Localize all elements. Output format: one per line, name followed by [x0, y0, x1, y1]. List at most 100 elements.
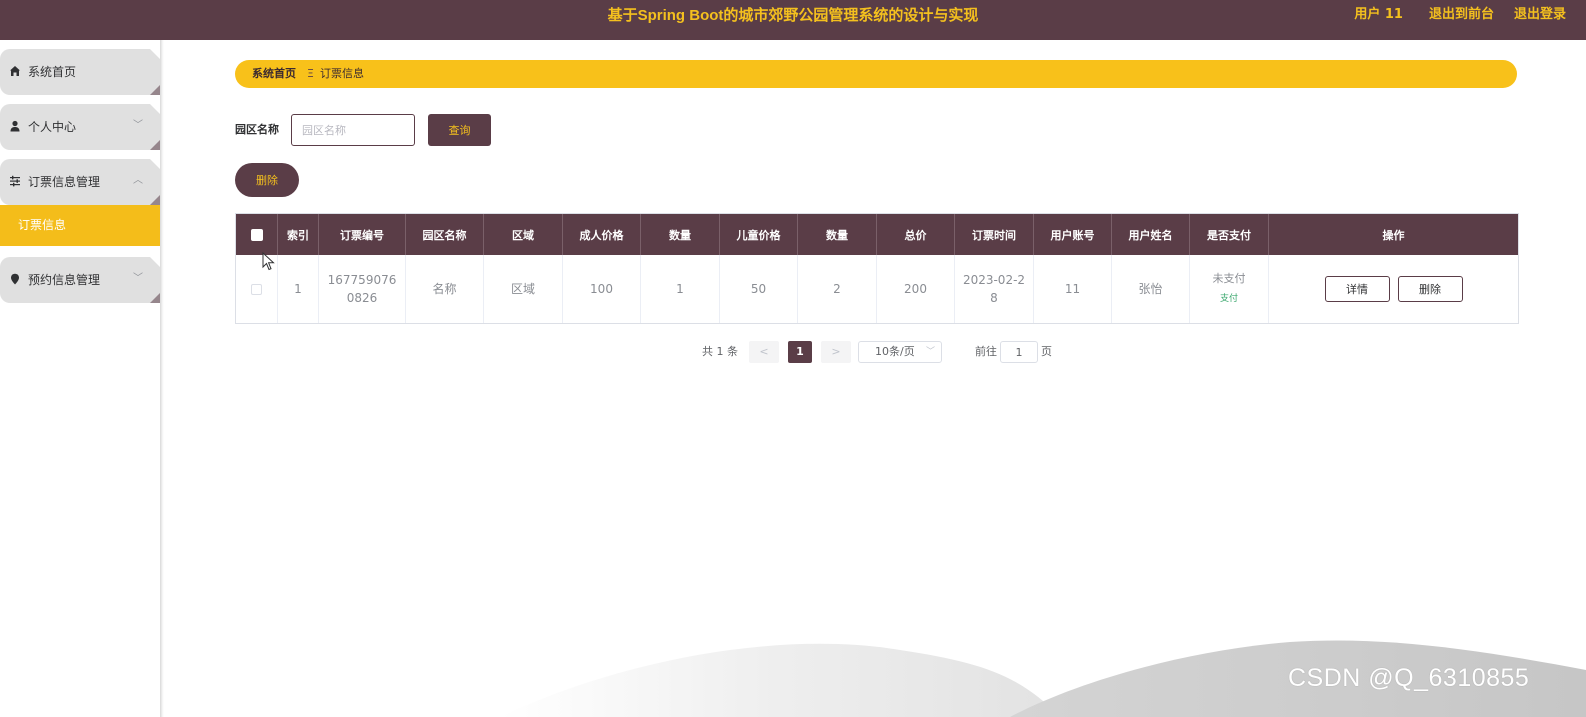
row-checkbox[interactable] — [251, 283, 262, 295]
park-name-search-input[interactable] — [291, 114, 415, 146]
sidebar-item-label: 预约信息管理 — [28, 273, 101, 287]
cell-adult-price: 100 — [563, 255, 641, 323]
row-delete-button[interactable]: 删除 — [1397, 276, 1463, 302]
column-header: 索引 — [278, 214, 319, 255]
page-size-value: 10条/页 — [875, 345, 915, 358]
menu-corner-decoration — [148, 257, 160, 303]
header-links: 用户 11 退出到前台 退出登录 — [1344, 0, 1576, 32]
chevron-up-icon: ︿ — [133, 175, 143, 186]
breadcrumb-separator-icon: Ξ — [307, 67, 314, 80]
top-header: 基于Spring Boot的城市郊野公园管理系统的设计与实现 用户 11 退出到… — [0, 0, 1586, 40]
location-icon — [8, 273, 22, 287]
mouse-cursor-icon — [262, 252, 275, 271]
cell-child-price: 50 — [720, 255, 798, 323]
pagination-total: 共 1 条 — [702, 345, 738, 358]
column-header: 用户姓名 — [1112, 214, 1190, 255]
chevron-down-icon: ﹀ — [133, 120, 143, 131]
breadcrumb: 系统首页 Ξ 订票信息 — [235, 60, 1517, 88]
cell-child-quantity: 2 — [798, 255, 877, 323]
sidebar-subitem-label: 订票信息 — [18, 218, 67, 232]
ticket-time-line1: 2023-02-2 — [962, 273, 1026, 287]
logout-link[interactable]: 退出登录 — [1504, 0, 1576, 32]
adult-price-text: 100 — [590, 282, 613, 296]
adult-quantity-text: 1 — [676, 282, 684, 296]
area-text: 区域 — [510, 282, 535, 296]
pay-link[interactable]: 支付 — [1220, 290, 1238, 308]
ticket-number-line1: 167759076 — [327, 273, 397, 287]
child-price-text: 50 — [750, 282, 767, 296]
cell-index-text: 1 — [294, 282, 302, 296]
csdn-watermark: CSDN @Q_6310855 — [1288, 664, 1530, 692]
current-user-link[interactable]: 用户 11 — [1344, 0, 1413, 32]
detail-button[interactable]: 详情 — [1324, 276, 1390, 302]
sidebar-item-label: 系统首页 — [28, 65, 77, 79]
column-header: 订票编号 — [319, 214, 406, 255]
user-name-text: 张怡 — [1138, 282, 1163, 296]
column-header: 成人价格 — [563, 214, 641, 255]
column-header: 用户账号 — [1034, 214, 1112, 255]
cell-ticket-number: 167759076 0826 — [319, 255, 406, 323]
page-suffix-label: 页 — [1041, 345, 1052, 358]
cell-user-name: 张怡 — [1112, 255, 1190, 323]
column-header: 数量 — [798, 214, 877, 255]
sidebar-item-personal-center[interactable]: 个人中心 ﹀ — [0, 104, 160, 150]
column-header: 儿童价格 — [720, 214, 798, 255]
home-icon — [8, 65, 22, 79]
sidebar-item-reservation-management[interactable]: 预约信息管理 ﹀ — [0, 257, 160, 303]
cell-park-name: 名称 — [406, 255, 484, 323]
column-header: 操作 — [1382, 228, 1405, 242]
ticket-time-line2: 8 — [990, 291, 998, 305]
breadcrumb-home[interactable]: 系统首页 — [252, 60, 296, 88]
page-number-current[interactable]: 1 — [788, 341, 812, 363]
goto-label: 前往 — [975, 345, 997, 358]
cell-total: 200 — [877, 255, 955, 323]
column-header: 园区名称 — [406, 214, 484, 255]
cell-payment: 未支付 支付 — [1190, 255, 1269, 323]
decorative-waves — [500, 640, 1586, 717]
column-header: 订票时间 — [955, 214, 1034, 255]
table-header: 索引 订票编号 园区名称 区域 成人价格 数量 儿童价格 数量 总价 订票时间 … — [236, 214, 1518, 255]
query-button[interactable]: 查询 — [428, 114, 491, 146]
column-header: 总价 — [877, 214, 955, 255]
prev-page-button[interactable]: < — [749, 341, 779, 363]
cell-area: 区域 — [484, 255, 563, 323]
chevron-down-icon: ﹀ — [925, 347, 935, 357]
column-header: 区域 — [484, 214, 563, 255]
cell-index: 1 — [278, 255, 319, 323]
child-quantity-text: 2 — [833, 282, 841, 296]
page-size-select[interactable]: 10条/页 ﹀ — [858, 341, 942, 363]
user-icon — [8, 120, 22, 134]
sidebar-item-home[interactable]: 系统首页 — [0, 49, 160, 95]
park-name-label: 园区名称 — [235, 123, 279, 136]
menu-corner-decoration — [148, 104, 160, 150]
park-name-text: 名称 — [432, 282, 457, 296]
sliders-icon — [8, 175, 22, 189]
table-row: 1 167759076 0826 名称 区域 100 1 50 2 200 20… — [236, 255, 1518, 323]
goto-page-input[interactable] — [1000, 341, 1038, 363]
sidebar-item-label: 订票信息管理 — [28, 175, 101, 189]
total-text: 200 — [904, 282, 927, 296]
menu-corner-decoration — [148, 159, 160, 205]
batch-delete-button[interactable]: 删除 — [235, 163, 299, 197]
menu-corner-decoration — [148, 49, 160, 95]
ticket-table: 索引 订票编号 园区名称 区域 成人价格 数量 儿童价格 数量 总价 订票时间 … — [235, 213, 1519, 324]
ticket-number-line2: 0826 — [346, 291, 378, 305]
next-page-button[interactable]: > — [821, 341, 851, 363]
cell-ticket-time: 2023-02-2 8 — [955, 255, 1034, 323]
cell-actions: 详情 删除 — [1269, 255, 1518, 323]
column-header: 数量 — [641, 214, 720, 255]
sidebar-item-label: 个人中心 — [28, 120, 77, 134]
cell-adult-quantity: 1 — [641, 255, 720, 323]
column-header: 是否支付 — [1190, 214, 1269, 255]
cell-user-account: 11 — [1034, 255, 1112, 323]
back-to-front-link[interactable]: 退出到前台 — [1419, 0, 1504, 32]
sidebar-divider — [160, 40, 164, 717]
user-account-text: 11 — [1064, 282, 1081, 296]
header-select-all[interactable] — [236, 214, 278, 255]
breadcrumb-current: 订票信息 — [320, 67, 364, 80]
chevron-down-icon: ﹀ — [133, 273, 143, 284]
sidebar-item-ticket-management[interactable]: 订票信息管理 ︿ — [0, 159, 160, 205]
payment-status: 未支付 — [1212, 272, 1246, 285]
select-all-checkbox[interactable] — [250, 228, 263, 241]
sidebar-subitem-ticket-info[interactable]: 订票信息 — [0, 205, 160, 246]
